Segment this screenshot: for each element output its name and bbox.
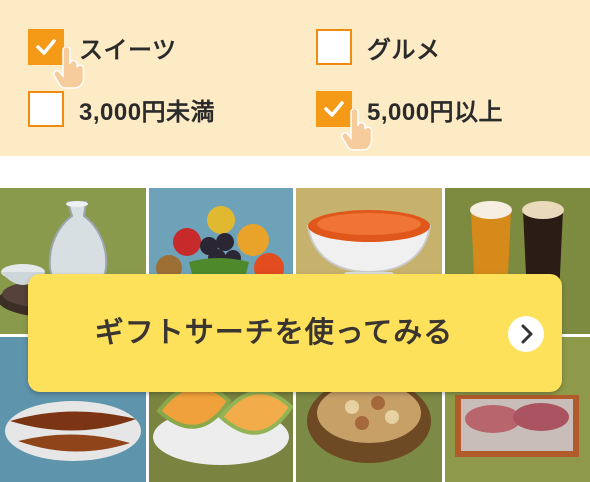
filter-label-gourmet: グルメ [367, 36, 441, 64]
filter-label-under-3000: 3,000円未満 [79, 98, 216, 126]
filter-option-sweets[interactable]: スイーツ [28, 29, 177, 89]
filter-label-sweets: スイーツ [79, 36, 177, 64]
gift-search-label: ギフトサーチを使ってみる [94, 317, 454, 349]
filter-option-gourmet[interactable]: グルメ [316, 29, 441, 65]
sweets-checkbox[interactable] [28, 29, 85, 89]
gift-search-button[interactable]: ギフトサーチを使ってみる [28, 274, 562, 392]
gift-filter-panel: スイーツ グルメ 3,000円未満 5,000円以上 [0, 0, 590, 156]
pointer-hand-icon [53, 47, 85, 89]
chevron-right-icon [508, 316, 544, 352]
pointer-hand-icon [341, 109, 373, 151]
filter-label-over-5000: 5,000円以上 [367, 98, 504, 126]
filter-option-under-3000[interactable]: 3,000円未満 [28, 91, 215, 127]
filter-option-over-5000[interactable]: 5,000円以上 [316, 91, 504, 151]
over-5000-checkbox[interactable] [316, 91, 373, 151]
gourmet-checkbox[interactable] [316, 29, 352, 65]
under-3000-checkbox[interactable] [28, 91, 64, 127]
